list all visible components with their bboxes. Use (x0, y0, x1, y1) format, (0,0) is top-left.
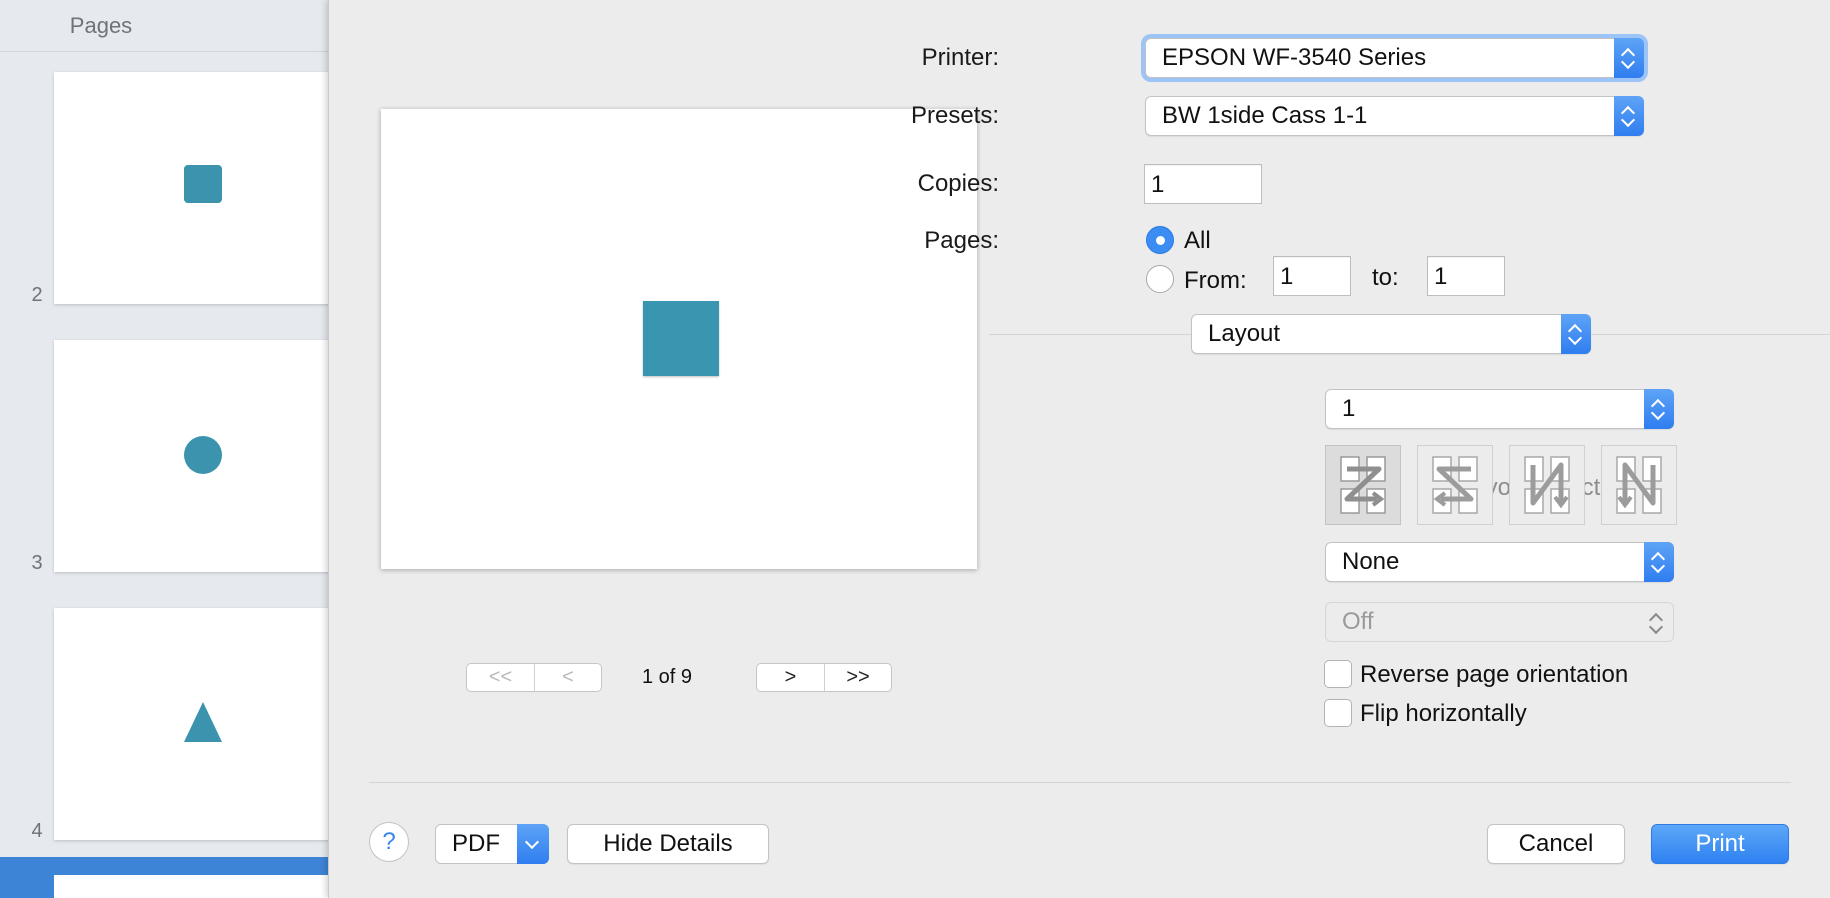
first-page-button[interactable]: << (467, 664, 534, 691)
pages-from-value: 1 (1280, 263, 1294, 290)
next-page-button[interactable]: > (757, 664, 824, 691)
hide-details-button[interactable]: Hide Details (567, 824, 769, 864)
presets-value: BW 1side Cass 1-1 (1162, 102, 1368, 129)
previous-page-button[interactable]: < (534, 664, 601, 691)
up-down-arrows-icon (1645, 603, 1667, 643)
pages-all-label: All (1184, 227, 1211, 254)
presets-label: Presets: (910, 102, 999, 129)
n-order-icon (1616, 456, 1662, 514)
page-thumbnail-3[interactable] (54, 340, 330, 572)
chevron-down-icon[interactable] (517, 824, 549, 864)
printer-value: EPSON WF-3540 Series (1162, 44, 1427, 71)
page-thumbnail-sidebar: Pages 2 3 4 (0, 0, 330, 898)
square-shape (643, 301, 719, 376)
print-dialog: << < 1 of 9 > >> Printer: EPSON WF-3540 … (328, 0, 1830, 898)
pages-label: Pages: (924, 227, 999, 254)
pdf-menu-button[interactable]: PDF (435, 824, 549, 864)
pages-from-field[interactable]: 1 (1273, 256, 1351, 296)
reverse-z-order-icon (1432, 456, 1478, 514)
layout-direction-reverse-n-button[interactable] (1509, 445, 1585, 525)
pages-to-label: to: (1372, 264, 1399, 291)
page-thumbnail-5 (54, 875, 330, 898)
sidebar-header: Pages (0, 0, 330, 52)
copies-label: Copies: (917, 170, 999, 197)
selected-page-thumbnail[interactable] (0, 857, 330, 898)
copies-field[interactable]: 1 (1144, 164, 1262, 204)
pages-per-sheet-value: 1 (1342, 395, 1356, 422)
pages-from-radio[interactable] (1146, 265, 1174, 293)
copies-value: 1 (1151, 171, 1165, 198)
layout-direction-reverse-z-button[interactable] (1417, 445, 1493, 525)
printer-label: Printer: (921, 44, 999, 71)
layout-direction-n-button[interactable] (1601, 445, 1677, 525)
reverse-n-order-icon (1524, 456, 1570, 514)
border-value: None (1342, 548, 1400, 575)
flip-horizontally-checkbox[interactable] (1324, 699, 1352, 727)
up-down-arrows-icon (1614, 96, 1644, 136)
page-counter: 1 of 9 (641, 666, 693, 688)
pages-all-radio[interactable] (1146, 226, 1174, 254)
border-popup[interactable]: None (1325, 542, 1674, 582)
two-sided-popup[interactable]: Off (1325, 602, 1674, 642)
help-button[interactable]: ? (369, 822, 409, 862)
page-number-label: 2 (31, 284, 43, 306)
print-button[interactable]: Print (1651, 824, 1789, 864)
page-number-label: 4 (31, 820, 43, 842)
triangle-shape (184, 702, 222, 742)
pages-to-field[interactable]: 1 (1427, 256, 1505, 296)
square-shape (184, 165, 222, 203)
sidebar-title: Pages (69, 12, 133, 38)
pages-from-label: From: (1184, 267, 1247, 294)
pages-to-value: 1 (1434, 263, 1448, 290)
preview-forward-nav: > >> (756, 663, 892, 692)
up-down-arrows-icon (1644, 542, 1674, 582)
footer-separator (369, 782, 1791, 783)
page-number-label: 3 (31, 552, 43, 574)
section-value: Layout (1208, 320, 1281, 347)
up-down-arrows-icon (1644, 389, 1674, 429)
reverse-orientation-checkbox[interactable] (1324, 660, 1352, 688)
pages-per-sheet-popup[interactable]: 1 (1325, 389, 1674, 429)
presets-popup[interactable]: BW 1side Cass 1-1 (1145, 96, 1644, 136)
pdf-label: PDF (452, 830, 500, 857)
page-thumbnail-2[interactable] (54, 72, 330, 304)
z-order-icon (1340, 456, 1386, 514)
reverse-orientation-label: Reverse page orientation (1360, 661, 1629, 688)
flip-horizontally-label: Flip horizontally (1360, 700, 1527, 727)
up-down-arrows-icon (1561, 314, 1591, 354)
cancel-button[interactable]: Cancel (1487, 824, 1625, 864)
page-thumbnail-4[interactable] (54, 608, 330, 840)
up-down-arrows-icon (1614, 38, 1644, 78)
printer-popup[interactable]: EPSON WF-3540 Series (1145, 38, 1644, 78)
section-popup[interactable]: Layout (1191, 314, 1591, 354)
two-sided-value: Off (1342, 608, 1374, 635)
last-page-button[interactable]: >> (824, 664, 891, 691)
layout-direction-z-button[interactable] (1325, 445, 1401, 525)
circle-shape (184, 436, 222, 474)
preview-back-nav: << < (466, 663, 602, 692)
